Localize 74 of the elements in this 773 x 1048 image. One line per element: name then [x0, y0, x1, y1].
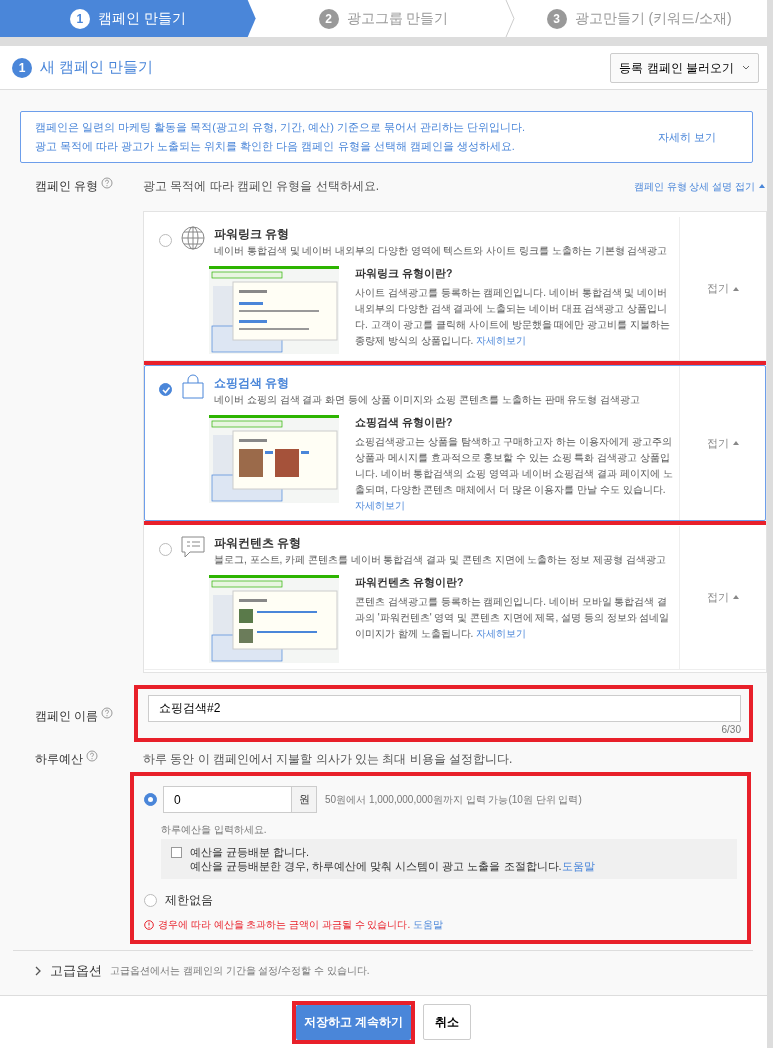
advanced-options-description: 고급옵션에서는 캠페인의 기간을 설정/수정할 수 있습니다. [110, 964, 370, 979]
step-number: 1 [12, 57, 32, 78]
step-number: 2 [318, 8, 339, 29]
collapse-toggle[interactable]: 접기 [679, 525, 765, 669]
step-label: 캠페인 만들기 [97, 9, 186, 28]
speech-bubble-icon [180, 533, 206, 560]
cancel-button[interactable]: 취소 [423, 1004, 471, 1040]
step-label: 광고그룹 만들기 [346, 9, 449, 28]
character-counter: 6/30 [720, 723, 741, 737]
load-campaign-dropdown[interactable]: 등록 캠페인 불러오기 [610, 52, 759, 83]
field-label: 캠페인 유형 [35, 178, 99, 195]
text-input[interactable]: 쇼핑검색#2 [148, 695, 741, 722]
detail-text: 콘텐츠 검색광고를 등록하는 캠페인입니다. 네이버 모바일 통합검색 결과의 '파워컨텐츠' 영역 및 콘텐츠 지면에 제목, 설명 등의 정보와 섬네일 이미지가 함께 노출됩니다. 자세히보기 [355, 594, 671, 641]
range-hint: 50원에서 1,000,000,000원까지 입력 가능(10원 단위 입력) [325, 793, 582, 807]
checkbox[interactable] [171, 847, 182, 858]
shopping-bag-icon [180, 374, 206, 400]
type-subtitle: 네이버 통합검색 및 네이버 내외부의 다양한 영역에 텍스트와 사이트 링크를 노출하는 기본형 검색광고 [214, 244, 668, 258]
step-tab[interactable]: 1 캠페인 만들기 [0, 0, 256, 37]
detail-title: 파워컨텐츠 유형이란? [355, 574, 465, 590]
section-description: 광고 목적에 따라 캠페인 유형을 선택하세요. [143, 178, 379, 195]
radio-button[interactable] [159, 234, 172, 247]
caret-icon [732, 595, 739, 600]
radio-button[interactable] [159, 542, 172, 556]
chevron-icon [505, 0, 516, 37]
detail-link[interactable]: 자세히보기 [355, 499, 405, 511]
check-icon [160, 384, 171, 395]
detail-link[interactable]: 자세히보기 [476, 627, 527, 639]
detail-link[interactable]: 자세히보기 [476, 334, 527, 346]
help-icon [101, 177, 114, 189]
globe-icon [180, 225, 206, 251]
section-description: 하루 동안 이 캠페인에서 지불할 의사가 있는 최대 비용을 설정합니다. [143, 751, 514, 768]
collapse-toggle[interactable]: 접기 [679, 366, 765, 520]
detail-title: 파워링크 유형이란? [355, 266, 454, 281]
field-label: 하루예산 [35, 751, 83, 768]
help-link[interactable]: 도움말 [413, 919, 443, 930]
help-icon [101, 707, 114, 719]
detail-text: 쇼핑검색광고는 상품을 탐색하고 구매하고자 하는 이용자에게 광고주의 상품과 메시지를 효과적으로 홍보할 수 있는 쇼핑 특화 검색광고 상품입니다. 네이버 통합검색의 쇼핑 영역과 네이버 쇼핑검색 결과 페이지에 노출되며, 다양한 콘텐츠 매체에서 더 많은 이용자를 만날 수도 있습니다. 자세히보기 [355, 434, 673, 513]
warning-text: 경우에 따라 예산을 초과하는 금액이 과금될 수 있습니다. 도움말 [158, 918, 443, 932]
step-label: 광고만들기 (키워드/소재) [574, 9, 732, 28]
radio-button[interactable] [144, 793, 157, 806]
step-number: 1 [69, 8, 90, 29]
step-number: 3 [546, 8, 567, 29]
info-text: 캠페인은 일련의 마케팅 활동을 목적(광고의 유형, 기간, 예산) 기준으로 묶어서 관리하는 단위입니다. 광고 목적에 따라 광고가 노출되는 위치를 확인한 다음 캠페인 유형을 선택해 캠페인을 생성하세요. [35, 120, 526, 154]
type-subtitle: 블로그, 포스트, 카페 콘텐츠를 네이버 통합검색 결과 및 콘텐츠 지면에 노출하는 정보 제공형 검색광고 [214, 552, 666, 567]
unit-label: 원 [292, 786, 317, 813]
type-title: 파워컨텐츠 유형 [214, 534, 303, 552]
warning-icon [144, 919, 154, 930]
caret-icon [732, 440, 739, 445]
step-tab[interactable]: 2 광고그룹 만들기 [255, 0, 512, 37]
checkbox-label: 예산을 균등배분 합니다. [190, 845, 311, 859]
caret-icon [759, 184, 765, 188]
caret-icon [742, 65, 750, 70]
type-title: 쇼핑검색 유형 [214, 375, 291, 392]
radio-label: 제한없음 [165, 892, 213, 909]
input-hint: 하루예산을 입력하세요. [161, 823, 268, 837]
budget-input[interactable]: 0 [163, 786, 292, 813]
help-note: 예산을 균등배분한 경우, 하루예산에 맞춰 시스템이 광고 노출을 조절합니다.도움말 [190, 859, 595, 873]
field-label: 캠페인 이름 [35, 708, 99, 725]
advanced-options-toggle[interactable]: 고급옵션 [50, 961, 102, 981]
detail-text: 사이트 검색광고를 등록하는 캠페인입니다. 네이버 통합검색 및 네이버 내외부의 다양한 검색 결과에 노출되는 네이버 대표 검색광고 상품입니다. 고객이 광고를 클릭해 사이트에 방문했을 때에만 광고비를 지불하는 종량제 방식의 상품입니다. 자세히보기 [355, 285, 671, 348]
panel-title: 새 캠페인 만들기 [40, 57, 154, 78]
help-icon [86, 750, 98, 762]
radio-button[interactable] [159, 383, 172, 396]
type-title: 파워링크 유형 [214, 226, 291, 243]
info-link[interactable]: 자세히 보기 [657, 127, 716, 147]
save-continue-button[interactable]: 저장하고 계속하기 [296, 1004, 411, 1040]
type-subtitle: 네이버 쇼핑의 검색 결과 화면 등에 상품 이미지와 쇼핑 콘텐츠를 노출하는 판매 유도형 검색광고 [214, 393, 641, 407]
step-tab[interactable]: 3 광고만들기 (키워드/소재) [511, 0, 767, 37]
details-toggle-link[interactable]: 캠페인 유형 상세 설명 접기 [633, 178, 765, 194]
caret-icon [732, 286, 739, 291]
radio-button[interactable] [144, 893, 157, 907]
detail-title: 쇼핑검색 유형이란? [355, 415, 454, 430]
collapse-toggle[interactable]: 접기 [679, 217, 765, 360]
help-link[interactable]: 도움말 [561, 860, 595, 872]
